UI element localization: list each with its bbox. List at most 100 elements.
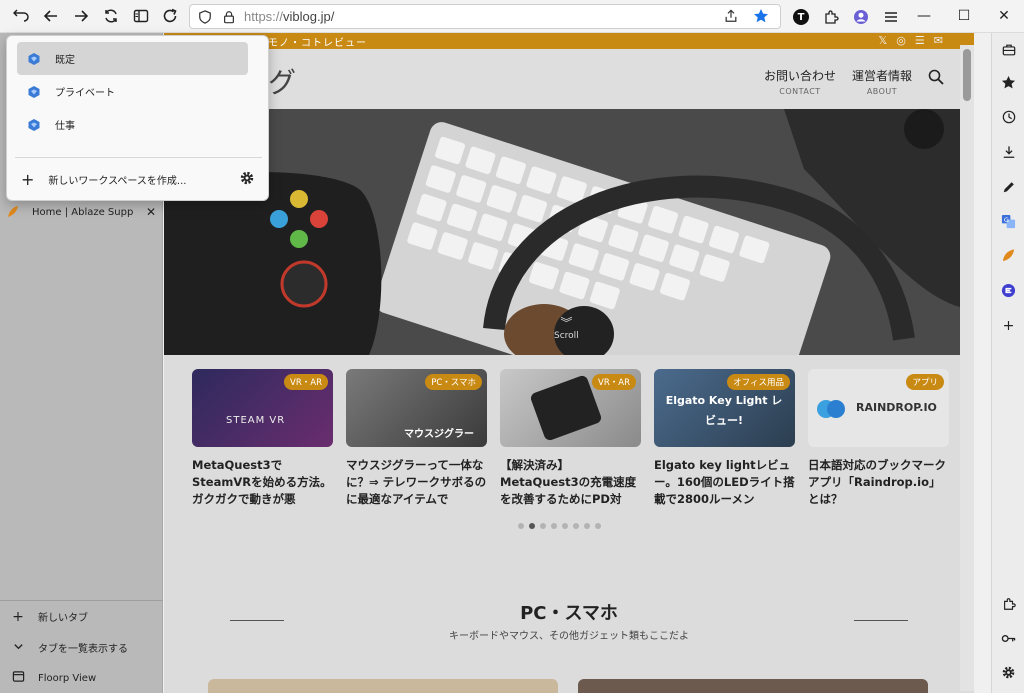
workspace-settings-gear-icon[interactable]: [239, 170, 255, 186]
profile-t-icon[interactable]: T: [786, 2, 816, 32]
passwords-key-icon[interactable]: [1000, 630, 1017, 647]
carousel-dot[interactable]: [551, 523, 557, 529]
extension-e-icon[interactable]: [1000, 282, 1017, 299]
new-tab-label: 新しいタブ: [38, 613, 88, 624]
web-page: モノ・コトレビュー 𝕏 ◎ ☰ ✉ グ お問い合わせ CONTACT 運営者情報…: [164, 33, 974, 693]
site-logo[interactable]: グ: [268, 61, 296, 101]
page-scrollbar[interactable]: [960, 45, 974, 691]
post-thumbnail[interactable]: [208, 679, 558, 693]
search-icon[interactable]: [928, 69, 944, 89]
nav-about[interactable]: 運営者情報 ABOUT: [852, 67, 912, 96]
minimize-icon[interactable]: —: [904, 0, 944, 32]
browser-side-panel: G +: [991, 33, 1024, 693]
floorp-view-button[interactable]: Floorp View: [0, 663, 163, 693]
hero-image: ︾ Scroll: [164, 109, 974, 355]
post-card[interactable]: VR・AR STEAM VR MetaQuest3でSteamVRを始める方法。…: [192, 369, 333, 509]
category-badge[interactable]: VR・AR: [592, 374, 636, 390]
post-title[interactable]: MetaQuest3でSteamVRを始める方法。ガクガクで動きが悪: [192, 457, 333, 509]
sidebar-toggle-icon[interactable]: [126, 1, 156, 31]
list-all-tabs-button[interactable]: タブを一覧表示する: [0, 632, 163, 663]
rss-icon[interactable]: ☰: [915, 34, 926, 47]
post-title[interactable]: 【解決済み】MetaQuest3の充電速度を改善するためにPD対: [500, 457, 641, 509]
add-panel-plus-icon[interactable]: +: [1000, 317, 1017, 334]
chevron-down-icon: [10, 640, 26, 656]
maximize-icon[interactable]: ☐: [944, 0, 984, 32]
url-bar[interactable]: https://viblog.jp/: [189, 4, 781, 29]
tab-label: Home | Ablaze Supp: [32, 206, 134, 218]
addons-icon[interactable]: [1000, 595, 1017, 612]
create-workspace-label: 新しいワークスペースを作成...: [48, 176, 187, 187]
floorp-view-icon: [10, 670, 26, 687]
shield-icon[interactable]: [196, 8, 214, 26]
sidebar-bottom: + 新しいタブ タブを一覧表示する Floorp View: [0, 600, 163, 693]
list-all-tabs-label: タブを一覧表示する: [38, 644, 128, 655]
workspace-gem-icon: [28, 52, 40, 65]
menu-icon[interactable]: [876, 2, 906, 32]
post-thumbnail[interactable]: [578, 679, 928, 693]
category-badge[interactable]: オフィス用品: [727, 374, 790, 390]
new-tab-button[interactable]: + 新しいタブ: [0, 601, 163, 632]
post-card[interactable]: VR・AR 【解決済み】MetaQuest3の充電速度を改善するためにPD対: [500, 369, 641, 509]
post-card[interactable]: PC・スマホ マウスジグラー マウスジグラーって一体なに？⇒ テレワークサボるの…: [346, 369, 487, 509]
carousel-dot[interactable]: [584, 523, 590, 529]
category-badge[interactable]: PC・スマホ: [425, 374, 482, 390]
sync-icon[interactable]: [96, 1, 126, 31]
post-thumbnail[interactable]: アプリ RAINDROP.IO: [808, 369, 949, 447]
instagram-icon[interactable]: ◎: [896, 34, 907, 47]
carousel-dot[interactable]: [573, 523, 579, 529]
bookmark-star-icon[interactable]: [752, 7, 770, 25]
undo-close-tab-icon[interactable]: [6, 1, 36, 31]
floorp-view-label: Floorp View: [38, 673, 97, 684]
svg-text:G: G: [1004, 216, 1009, 224]
post-thumbnail[interactable]: オフィス用品 Elgato Key Light レビュー!: [654, 369, 795, 447]
lock-icon[interactable]: [220, 8, 238, 26]
post-card[interactable]: アプリ RAINDROP.IO 日本語対応のブックマークアプリ「Raindrop…: [808, 369, 949, 509]
reload-icon[interactable]: [155, 1, 185, 31]
thumb-caption: Elgato Key Light レビュー!: [665, 394, 783, 427]
nav-contact-label: お問い合わせ: [763, 69, 836, 83]
account-icon[interactable]: [846, 2, 876, 32]
post-title[interactable]: Elgato key lightレビュー。160個のLEDライト搭載で2800ル…: [654, 457, 795, 509]
carousel-dots: [518, 523, 601, 529]
downloads-icon[interactable]: [1000, 143, 1017, 160]
bookmarks-star-icon[interactable]: [1000, 74, 1017, 91]
post-thumbnail[interactable]: VR・AR: [500, 369, 641, 447]
translate-icon[interactable]: G: [1000, 213, 1017, 230]
mail-icon[interactable]: ✉: [934, 34, 944, 47]
scroll-label: Scroll: [554, 331, 579, 341]
floorp-leaf-icon[interactable]: [1000, 247, 1017, 264]
post-thumbnail[interactable]: PC・スマホ マウスジグラー: [346, 369, 487, 447]
x-icon[interactable]: 𝕏: [878, 34, 888, 47]
create-workspace-button[interactable]: + 新しいワークスペースを作成...: [21, 170, 186, 189]
back-icon[interactable]: [36, 1, 66, 31]
post-thumbnail[interactable]: VR・AR STEAM VR: [192, 369, 333, 447]
notes-pen-icon[interactable]: [1000, 178, 1017, 195]
scrollbar-thumb[interactable]: [963, 49, 971, 101]
share-icon[interactable]: [722, 7, 740, 25]
close-tab-icon[interactable]: ✕: [146, 205, 156, 219]
briefcase-icon[interactable]: [1000, 41, 1017, 58]
workspace-item-private[interactable]: プライベート: [17, 75, 248, 108]
close-window-icon[interactable]: ✕: [984, 0, 1024, 32]
carousel-dot[interactable]: [595, 523, 601, 529]
post-card[interactable]: オフィス用品 Elgato Key Light レビュー! Elgato key…: [654, 369, 795, 509]
tab-ablaze[interactable]: Home | Ablaze Supp ✕: [6, 201, 156, 223]
post-title[interactable]: 日本語対応のブックマークアプリ「Raindrop.io」とは？: [808, 457, 949, 509]
nav-contact[interactable]: お問い合わせ CONTACT: [764, 67, 836, 96]
history-icon[interactable]: [1000, 108, 1017, 125]
carousel-dot[interactable]: [518, 523, 524, 529]
carousel-dot[interactable]: [540, 523, 546, 529]
workspace-item-default[interactable]: 既定: [17, 42, 248, 75]
forward-icon[interactable]: [66, 1, 96, 31]
workspace-item-work[interactable]: 仕事: [17, 108, 248, 141]
category-badge[interactable]: アプリ: [906, 374, 944, 390]
carousel-dot[interactable]: [562, 523, 568, 529]
category-badge[interactable]: VR・AR: [284, 374, 328, 390]
site-header: グ お問い合わせ CONTACT 運営者情報 ABOUT: [164, 49, 974, 109]
extensions-icon[interactable]: [816, 2, 846, 32]
settings-gear-icon[interactable]: [1000, 664, 1017, 681]
scroll-indicator[interactable]: ︾ Scroll: [554, 314, 579, 341]
post-title[interactable]: マウスジグラーって一体なに？⇒ テレワークサボるのに最適なアイテムで: [346, 457, 487, 509]
nav-about-sub: ABOUT: [866, 87, 898, 96]
carousel-dot[interactable]: [529, 523, 535, 529]
